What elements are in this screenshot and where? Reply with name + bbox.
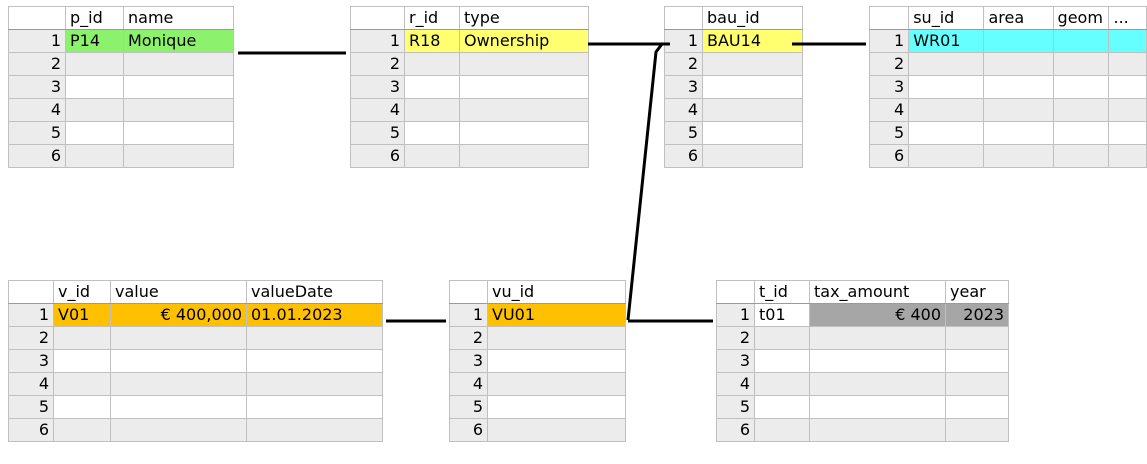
connector-lines [238, 42, 866, 323]
connector-rrr-baunit-valuation-unit [588, 42, 665, 321]
